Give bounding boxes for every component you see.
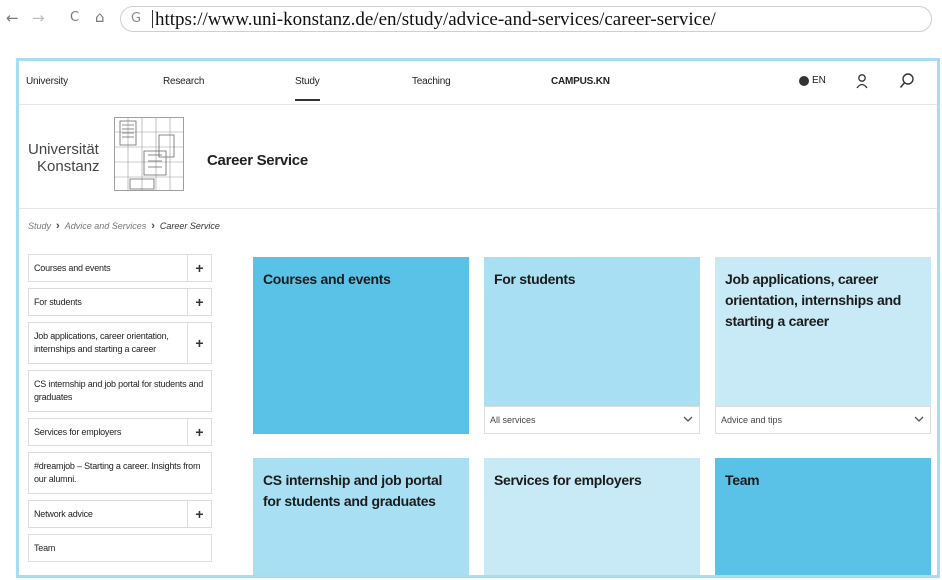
breadcrumb: Study › Advice and Services › Career Ser… [28, 220, 220, 232]
sidebar-item-network-advice[interactable]: Network advice + [28, 500, 212, 528]
nav-campus-kn[interactable]: CAMPUS.KN [551, 76, 610, 87]
language-label: EN [812, 75, 826, 86]
expand-plus-icon[interactable]: + [187, 255, 211, 281]
forward-arrow-icon[interactable]: → [32, 9, 45, 27]
reload-icon[interactable]: C [70, 10, 79, 25]
chevron-down-icon [683, 416, 693, 422]
text-caret [152, 10, 153, 28]
sidebar-item-label: Job applications, career orientation, in… [34, 331, 169, 354]
language-switch[interactable]: EN [799, 75, 826, 86]
sidebar-item-label: Courses and events [34, 263, 111, 273]
breadcrumb-separator-icon: › [151, 220, 155, 232]
sidebar-item-label: Network advice [34, 509, 93, 519]
dropdown-value: Advice and tips [721, 415, 783, 425]
university-logo-icon[interactable] [114, 117, 184, 191]
tile-job-applications[interactable]: Job applications, career orientation, in… [715, 257, 931, 434]
tile-team[interactable]: Team [715, 458, 931, 575]
sidebar-item-job-applications[interactable]: Job applications, career orientation, in… [28, 322, 212, 364]
site-favicon-icon: G [131, 11, 142, 26]
sidebar-item-for-students[interactable]: For students + [28, 288, 212, 316]
sidebar-item-label: Services for employers [34, 427, 122, 437]
sidebar-item-dreamjob[interactable]: #dreamjob – Starting a career. Insights … [28, 452, 212, 494]
chevron-down-icon [914, 416, 924, 422]
logo-line-1: Universität [28, 141, 99, 158]
tile-for-students[interactable]: For students All services [484, 257, 700, 434]
expand-plus-icon[interactable]: + [187, 323, 211, 363]
page-title: Career Service [207, 152, 308, 169]
nav-research[interactable]: Research [163, 76, 204, 87]
breadcrumb-career-service: Career Service [159, 221, 220, 231]
search-icon[interactable] [899, 72, 915, 90]
advice-dropdown[interactable]: Advice and tips [715, 406, 931, 434]
address-bar[interactable]: G https://www.uni-konstanz.de/en/study/a… [120, 6, 932, 32]
nav-study[interactable]: Study [295, 76, 320, 101]
tile-title: CS internship and job portal for student… [263, 472, 443, 509]
user-icon[interactable] [855, 73, 869, 89]
nav-teaching[interactable]: Teaching [412, 76, 451, 87]
site-header: Universität Konstanz Career Service [19, 105, 937, 209]
tile-title: Courses and events [263, 271, 391, 287]
home-icon[interactable]: ⌂ [95, 8, 105, 26]
globe-icon [799, 75, 809, 86]
top-navigation: University Research Study Teaching CAMPU… [19, 61, 937, 105]
breadcrumb-study[interactable]: Study [28, 221, 51, 231]
breadcrumb-advice-and-services[interactable]: Advice and Services [65, 221, 147, 231]
sidebar-item-services-for-employers[interactable]: Services for employers + [28, 418, 212, 446]
back-arrow-icon[interactable]: ← [6, 9, 19, 27]
tile-title: For students [494, 271, 576, 287]
sidebar-item-courses-and-events[interactable]: Courses and events + [28, 254, 212, 282]
tile-courses-and-events[interactable]: Courses and events [253, 257, 469, 434]
page-frame: University Research Study Teaching CAMPU… [16, 58, 940, 578]
tile-title: Team [725, 472, 760, 488]
tile-cs-internship-portal[interactable]: CS internship and job portal for student… [253, 458, 469, 575]
tile-title: Job applications, career orientation, in… [725, 271, 901, 329]
expand-plus-icon[interactable]: + [187, 501, 211, 527]
university-logo-text[interactable]: Universität Konstanz [28, 141, 100, 175]
expand-plus-icon[interactable]: + [187, 289, 211, 315]
browser-toolbar: ← → C ⌂ G https://www.uni-konstanz.de/en… [0, 0, 942, 40]
nav-university[interactable]: University [26, 76, 68, 87]
sidebar-item-label: #dreamjob – Starting a career. Insights … [34, 461, 201, 484]
sidebar-item-label: For students [34, 297, 82, 307]
sidebar-item-cs-internship-portal[interactable]: CS internship and job portal for student… [28, 370, 212, 412]
sidebar-item-label: CS internship and job portal for student… [34, 379, 204, 402]
expand-plus-icon[interactable]: + [187, 419, 211, 445]
website-viewport: University Research Study Teaching CAMPU… [19, 61, 937, 575]
logo-line-2: Konstanz [37, 158, 100, 175]
url-text[interactable]: https://www.uni-konstanz.de/en/study/adv… [155, 9, 716, 31]
sidebar-item-label: Team [34, 543, 56, 553]
sidebar-item-team[interactable]: Team [28, 534, 212, 562]
tile-title: Services for employers [494, 472, 642, 488]
services-dropdown[interactable]: All services [484, 406, 700, 434]
dropdown-value: All services [490, 415, 536, 425]
breadcrumb-separator-icon: › [56, 220, 60, 232]
tile-services-for-employers[interactable]: Services for employers [484, 458, 700, 575]
